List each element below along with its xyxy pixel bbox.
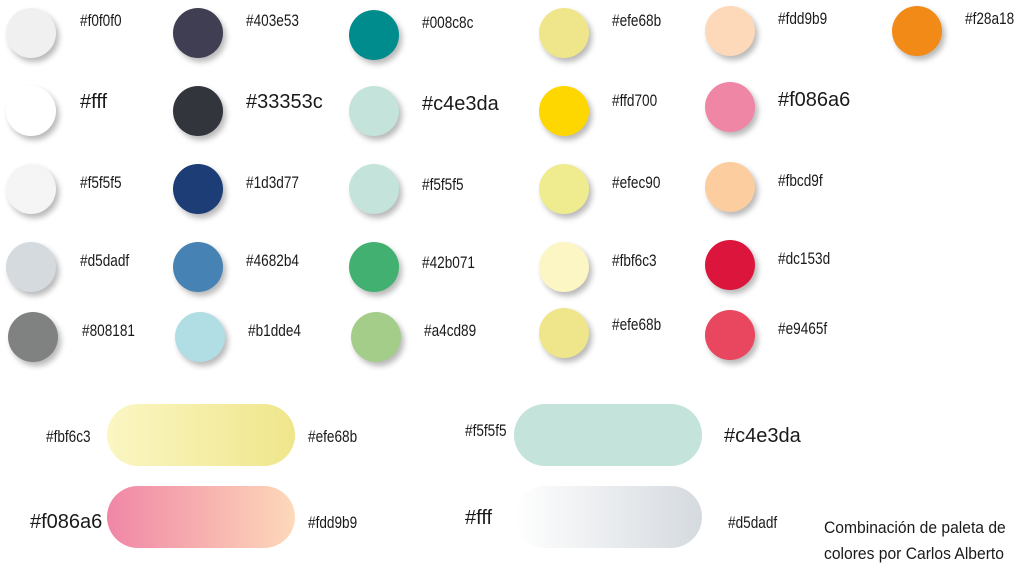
swatch-42b071: [349, 242, 399, 292]
swatch-4682b4: [173, 242, 223, 292]
swatch-label: #4682b4: [246, 251, 299, 270]
swatch-c4e3da-2: [349, 164, 399, 214]
gradient-pill-pink: [107, 486, 295, 548]
swatch-label: #ffd700: [612, 91, 658, 110]
swatch-008c8c: [349, 10, 399, 60]
swatch-label: #fff: [80, 91, 108, 113]
swatch-label: #1d3d77: [246, 173, 299, 192]
swatch-808181: [8, 312, 58, 362]
credit-text: Combinación de paleta de colores por Car…: [824, 515, 1006, 565]
gradient-pill-mint: [514, 404, 702, 466]
swatch-f28a18: [892, 6, 942, 56]
swatch-label: #a4cd89: [424, 321, 477, 340]
swatch-1d3d77: [173, 164, 223, 214]
swatch-f5f5f5: [6, 164, 56, 214]
gradient-right-label: #c4e3da: [724, 425, 801, 447]
swatch-fdd9b9: [705, 6, 755, 56]
swatch-fbcd9f: [705, 162, 755, 212]
swatch-a4cd89: [351, 312, 401, 362]
swatch-label: #efe68b: [612, 315, 662, 334]
swatch-label: #c4e3da: [422, 93, 499, 115]
swatch-label: #efe68b: [612, 11, 662, 30]
swatch-label: #efec90: [612, 173, 661, 192]
swatch-label: #d5dadf: [80, 251, 130, 270]
swatch-label: #f5f5f5: [422, 175, 464, 194]
swatch-e9465f: [705, 310, 755, 360]
swatch-ffd700: [539, 86, 589, 136]
gradient-pill-yellow: [107, 404, 295, 466]
swatch-fff: [6, 86, 56, 136]
swatch-label: #42b071: [422, 253, 475, 272]
swatch-efec90: [539, 164, 589, 214]
swatch-label: #fdd9b9: [778, 9, 828, 28]
swatch-label: #f086a6: [778, 89, 851, 111]
swatch-label: #f0f0f0: [80, 11, 122, 30]
swatch-403e53: [173, 8, 223, 58]
swatch-label: #008c8c: [422, 13, 474, 32]
gradient-left-label: #fff: [465, 507, 493, 529]
swatch-fbf6c3: [539, 242, 589, 292]
swatch-f086a6: [705, 82, 755, 132]
gradient-pill-grey: [514, 486, 702, 548]
swatch-label: #e9465f: [778, 319, 828, 338]
swatch-label: #fbcd9f: [778, 171, 823, 190]
swatch-f0f0f0: [6, 8, 56, 58]
swatch-dc153d: [705, 240, 755, 290]
gradient-left-label: #f086a6: [30, 511, 103, 533]
swatch-label: #b1dde4: [248, 321, 301, 340]
swatch-33353c: [173, 86, 223, 136]
gradient-left-label: #fbf6c3: [46, 427, 91, 446]
gradient-right-label: #efe68b: [308, 427, 358, 446]
swatch-label: #33353c: [246, 91, 323, 113]
swatch-c4e3da: [349, 86, 399, 136]
gradient-right-label: #d5dadf: [728, 513, 778, 532]
gradient-right-label: #fdd9b9: [308, 513, 358, 532]
credit-line-1: Combinación de paleta de: [824, 518, 1006, 537]
swatch-label: #808181: [82, 321, 135, 340]
swatch-b1dde4: [175, 312, 225, 362]
gradient-left-label: #f5f5f5: [465, 421, 507, 440]
palette-canvas: #f0f0f0 #fff #f5f5f5 #d5dadf #808181 #40…: [0, 0, 1029, 565]
swatch-label: #f28a18: [965, 9, 1015, 28]
swatch-efe68b: [539, 8, 589, 58]
swatch-label: #dc153d: [778, 249, 831, 268]
swatch-label: #fbf6c3: [612, 251, 657, 270]
swatch-label: #403e53: [246, 11, 299, 30]
swatch-label: #f5f5f5: [80, 173, 122, 192]
swatch-d5dadf: [6, 242, 56, 292]
credit-line-2: colores por Carlos Alberto: [824, 544, 1004, 563]
swatch-efe68b-2: [539, 308, 589, 358]
